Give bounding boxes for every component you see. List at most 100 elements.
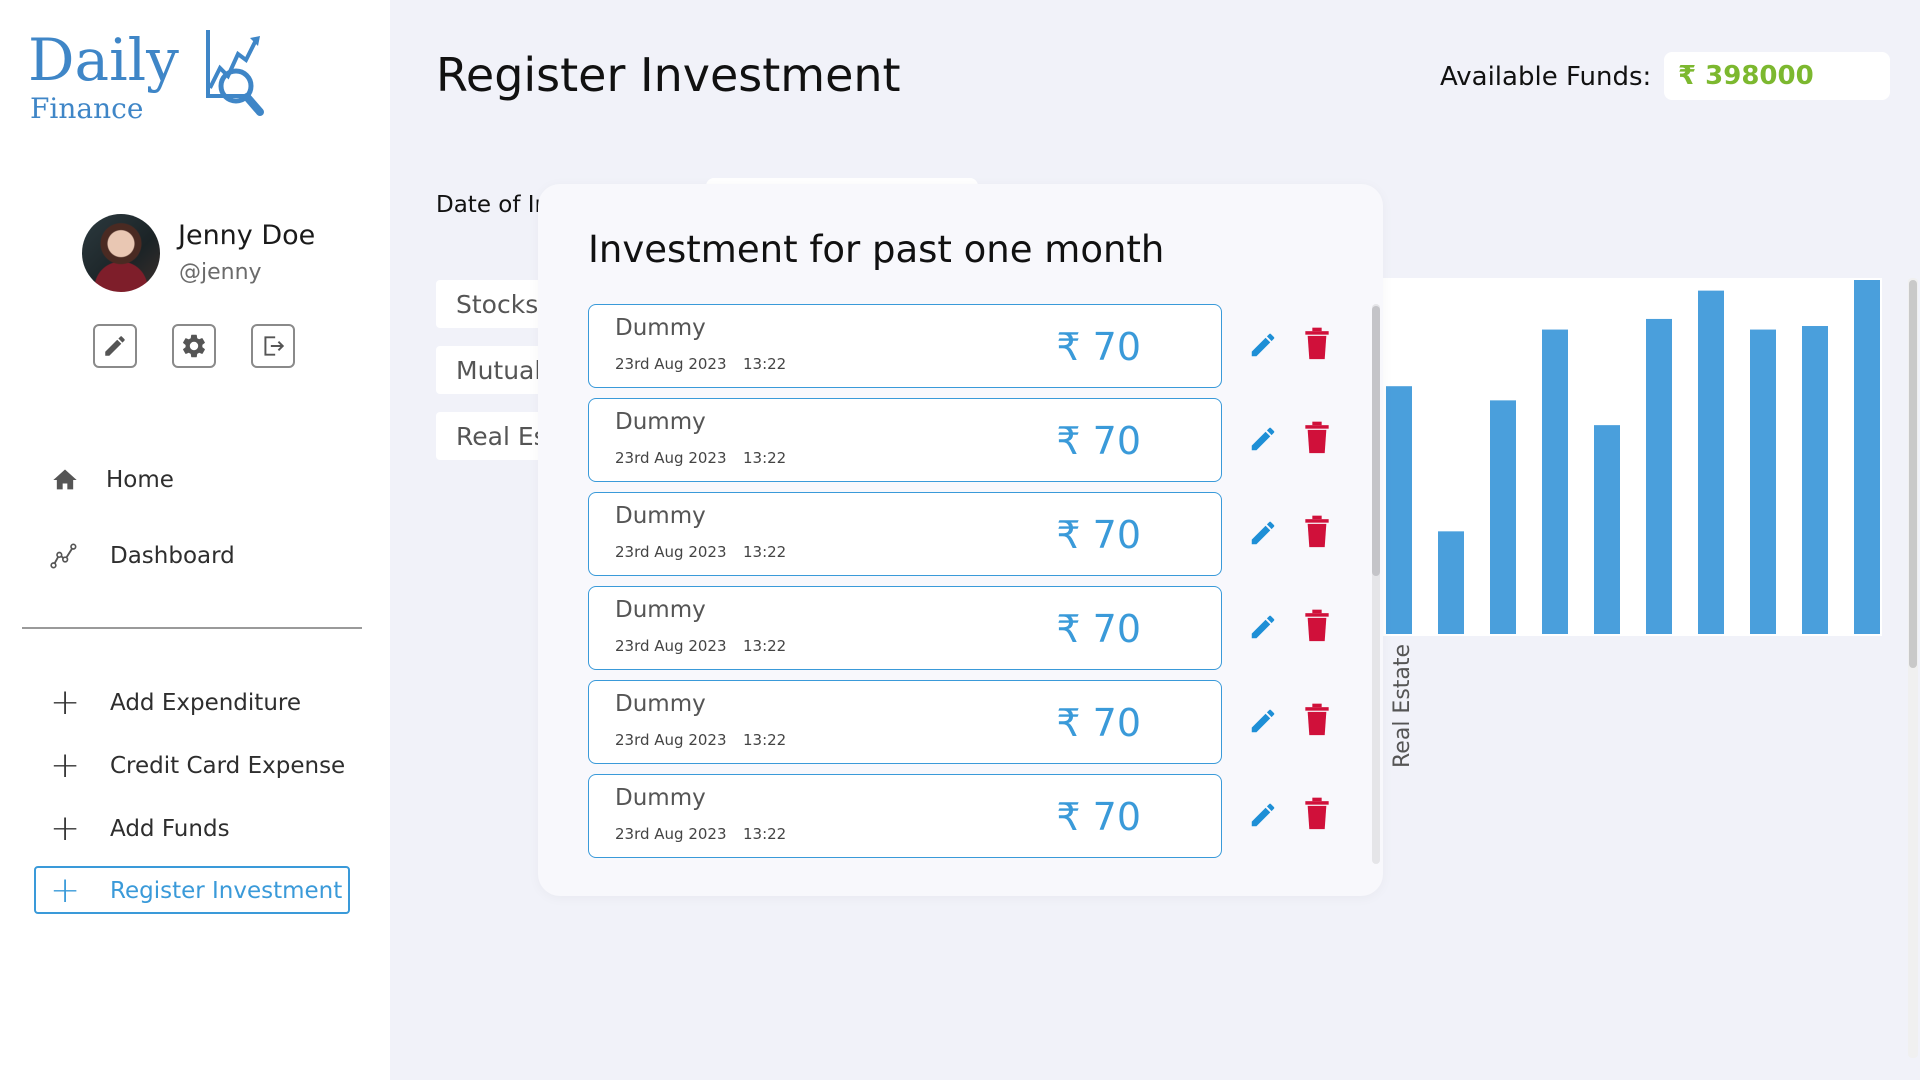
trash-icon bbox=[1305, 515, 1329, 548]
chart-bar bbox=[1594, 425, 1620, 634]
sidebar-item-label: Register Investment bbox=[110, 878, 343, 904]
user-profile: Jenny Doe @jenny bbox=[82, 212, 382, 292]
investment-amount: ₹ 70 bbox=[1056, 795, 1141, 839]
chart-bar bbox=[1438, 531, 1464, 634]
investment-date: 23rd Aug 2023 bbox=[615, 355, 727, 373]
investment-date: 23rd Aug 2023 bbox=[615, 543, 727, 561]
chart-bar bbox=[1698, 290, 1724, 634]
popup-scrollbar-thumb[interactable] bbox=[1372, 306, 1380, 576]
pencil-icon bbox=[1251, 709, 1275, 733]
app-logo[interactable]: Daily Finance bbox=[28, 26, 288, 126]
pencil-icon bbox=[1251, 615, 1275, 639]
logout-icon bbox=[264, 336, 285, 356]
edit-investment-button[interactable] bbox=[1246, 798, 1280, 832]
trash-icon bbox=[1305, 327, 1329, 360]
trash-icon bbox=[1305, 797, 1329, 830]
investment-name: Dummy bbox=[615, 503, 706, 529]
investment-row[interactable]: Dummy 23rd Aug 2023 13:22 ₹ 70 bbox=[588, 304, 1222, 388]
edit-investment-button[interactable] bbox=[1246, 422, 1280, 456]
edit-profile-button[interactable] bbox=[93, 324, 137, 368]
edit-investment-button[interactable] bbox=[1246, 704, 1280, 738]
sidebar-item-dashboard[interactable]: Dashboard bbox=[50, 536, 235, 576]
sidebar-item-label: Home bbox=[106, 467, 174, 493]
edit-investment-button[interactable] bbox=[1246, 516, 1280, 550]
logout-button[interactable] bbox=[251, 324, 295, 368]
investment-row[interactable]: Dummy 23rd Aug 2023 13:22 ₹ 70 bbox=[588, 398, 1222, 482]
investment-chart bbox=[1370, 278, 1882, 636]
investment-date: 23rd Aug 2023 bbox=[615, 731, 727, 749]
trend-magnifier-icon bbox=[206, 30, 264, 116]
home-icon bbox=[53, 469, 77, 490]
investment-time: 13:22 bbox=[743, 355, 787, 373]
investment-name: Dummy bbox=[615, 691, 706, 717]
chart-bar bbox=[1386, 386, 1412, 634]
avatar[interactable] bbox=[82, 214, 160, 292]
sidebar-item-label: Add Expenditure bbox=[110, 690, 301, 716]
delete-investment-button[interactable] bbox=[1300, 608, 1334, 644]
investment-time: 13:22 bbox=[743, 731, 787, 749]
investment-row[interactable]: Dummy 23rd Aug 2023 13:22 ₹ 70 bbox=[588, 774, 1222, 858]
investment-row[interactable]: Dummy 23rd Aug 2023 13:22 ₹ 70 bbox=[588, 586, 1222, 670]
investment-history-popup: Investment for past one month Dummy 23rd … bbox=[538, 184, 1383, 896]
investment-time: 13:22 bbox=[743, 449, 787, 467]
edit-investment-button[interactable] bbox=[1246, 610, 1280, 644]
settings-button[interactable] bbox=[172, 324, 216, 368]
available-funds-value: ₹ 398000 bbox=[1664, 52, 1890, 100]
logo-daily-text: Daily bbox=[28, 26, 179, 94]
sidebar-divider bbox=[22, 627, 362, 629]
pencil-icon bbox=[1251, 333, 1275, 357]
investment-amount: ₹ 70 bbox=[1056, 325, 1141, 369]
delete-investment-button[interactable] bbox=[1300, 796, 1334, 832]
investment-row[interactable]: Dummy 23rd Aug 2023 13:22 ₹ 70 bbox=[588, 492, 1222, 576]
chart-bar bbox=[1542, 329, 1568, 634]
pencil-icon bbox=[1251, 521, 1275, 545]
page-title: Register Investment bbox=[436, 48, 901, 102]
user-name: Jenny Doe bbox=[178, 220, 316, 251]
investment-amount: ₹ 70 bbox=[1056, 419, 1141, 463]
investment-date: 23rd Aug 2023 bbox=[615, 825, 727, 843]
investment-row[interactable]: Dummy 23rd Aug 2023 13:22 ₹ 70 bbox=[588, 680, 1222, 764]
sidebar-item-home[interactable]: Home bbox=[50, 460, 174, 500]
chart-svg bbox=[1386, 280, 1880, 634]
x-tick-real-estate: Real Estate bbox=[1390, 643, 1415, 768]
chart-x-tick-label: Real Estate bbox=[1384, 640, 1415, 770]
investment-amount: ₹ 70 bbox=[1056, 701, 1141, 745]
available-funds-label: Available Funds: bbox=[1440, 62, 1652, 92]
pencil-icon bbox=[105, 336, 125, 356]
gear-icon bbox=[183, 334, 205, 358]
investment-name: Dummy bbox=[615, 597, 706, 623]
investment-name: Dummy bbox=[615, 409, 706, 435]
investment-time: 13:22 bbox=[743, 543, 787, 561]
sidebar-item-add-expenditure[interactable]: + Add Expenditure bbox=[50, 683, 301, 723]
date-of-investment-label: Date of Ir bbox=[436, 192, 545, 218]
trash-icon bbox=[1305, 609, 1329, 642]
edit-investment-button[interactable] bbox=[1246, 328, 1280, 362]
investment-name: Dummy bbox=[615, 785, 706, 811]
investment-date: 23rd Aug 2023 bbox=[615, 637, 727, 655]
sidebar-item-credit-card-expense[interactable]: + Credit Card Expense bbox=[50, 746, 345, 786]
investment-date: 23rd Aug 2023 bbox=[615, 449, 727, 467]
chart-bar bbox=[1750, 329, 1776, 634]
investment-amount: ₹ 70 bbox=[1056, 513, 1141, 557]
delete-investment-button[interactable] bbox=[1300, 514, 1334, 550]
user-handle: @jenny bbox=[179, 260, 262, 285]
plus-icon: + bbox=[50, 745, 81, 786]
delete-investment-button[interactable] bbox=[1300, 420, 1334, 456]
profile-actions bbox=[93, 324, 303, 370]
page-scrollbar-thumb[interactable] bbox=[1909, 280, 1917, 668]
plus-icon: + bbox=[50, 808, 81, 849]
delete-investment-button[interactable] bbox=[1300, 702, 1334, 738]
chart-bar bbox=[1646, 318, 1672, 634]
plus-icon: + bbox=[50, 682, 81, 723]
chart-bar bbox=[1802, 326, 1828, 634]
sidebar-item-add-funds[interactable]: + Add Funds bbox=[50, 809, 230, 849]
sidebar-item-label: Add Funds bbox=[110, 816, 230, 842]
plus-icon: + bbox=[50, 870, 81, 911]
sidebar: Daily Finance Jenny Doe @jenny Home Dash… bbox=[0, 0, 390, 1080]
investment-time: 13:22 bbox=[743, 637, 787, 655]
investment-name: Dummy bbox=[615, 315, 706, 341]
sidebar-item-register-investment[interactable]: + Register Investment bbox=[50, 871, 342, 911]
chart-bar bbox=[1854, 280, 1880, 634]
delete-investment-button[interactable] bbox=[1300, 326, 1334, 362]
pencil-icon bbox=[1251, 427, 1275, 451]
